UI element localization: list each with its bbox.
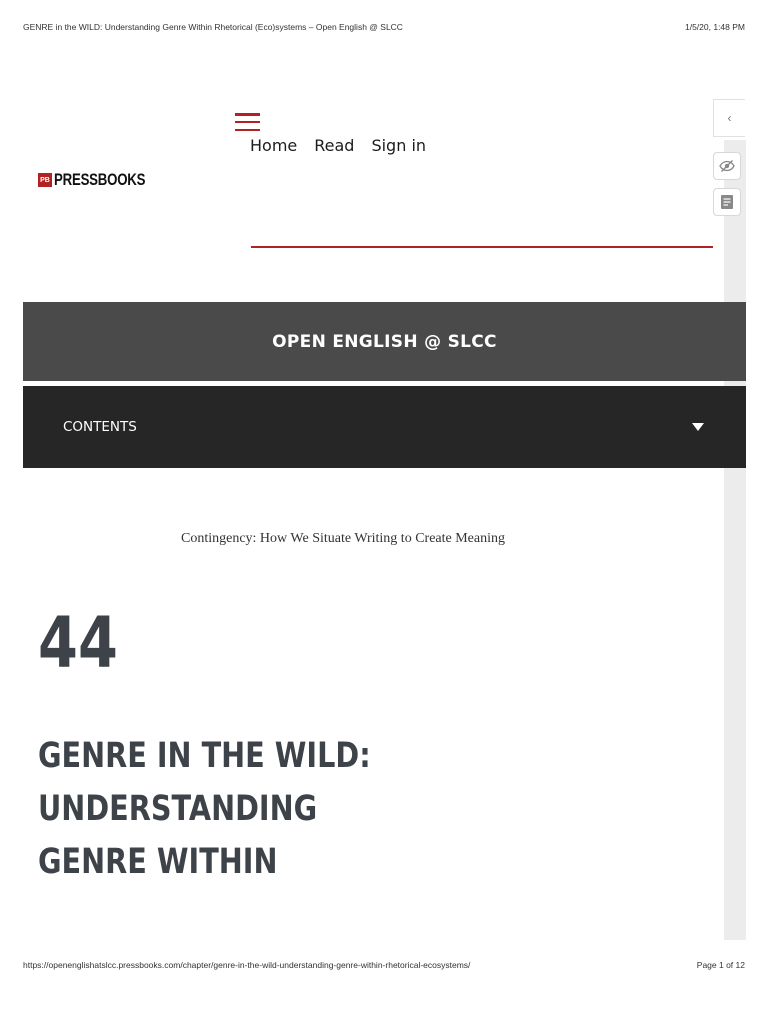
nav-divider	[251, 246, 713, 248]
print-header: GENRE in the WILD: Understanding Genre W…	[23, 22, 745, 32]
part-title: Contingency: How We Situate Writing to C…	[180, 531, 505, 546]
nav-home-link[interactable]: Home	[250, 136, 297, 155]
notes-icon	[721, 195, 733, 209]
contents-label: CONTENTS	[63, 419, 137, 435]
caret-down-icon	[692, 423, 704, 431]
print-footer: https://openenglishatslcc.pressbooks.com…	[23, 960, 745, 970]
nav-read-link[interactable]: Read	[314, 136, 354, 155]
eye-slash-icon	[719, 160, 735, 172]
chapter-title-line: GENRE WITHIN	[38, 842, 278, 882]
print-footer-url: https://openenglishatslcc.pressbooks.com…	[23, 960, 471, 970]
chapter-title-line: GENRE IN THE WILD:	[38, 736, 371, 776]
print-footer-page: Page 1 of 12	[696, 960, 745, 970]
print-header-datetime: 1/5/20, 1:48 PM	[684, 22, 745, 32]
scrollbar-track[interactable]	[724, 140, 746, 940]
chapter-title: GENRE IN THE WILD: UNDERSTANDING GENRE W…	[38, 730, 423, 889]
sidebar-collapse-tab[interactable]: ‹	[713, 99, 745, 137]
notes-button[interactable]	[713, 188, 741, 216]
chevron-left-icon: ‹	[727, 111, 732, 125]
contents-toggle[interactable]: CONTENTS	[23, 386, 746, 468]
hide-annotations-button[interactable]	[713, 152, 741, 180]
top-navigation: Home Read Sign in	[250, 136, 426, 155]
menu-hamburger-icon[interactable]	[235, 113, 260, 131]
logo-text: PRESSBOOKS	[54, 170, 146, 189]
logo-badge: PB	[38, 173, 52, 187]
pressbooks-logo[interactable]: PB PRESSBOOKS	[38, 170, 171, 190]
chapter-number: 44	[38, 602, 118, 684]
chapter-title-line: UNDERSTANDING	[38, 789, 318, 829]
page: GENRE in the WILD: Understanding Genre W…	[0, 0, 768, 1024]
book-title[interactable]: OPEN ENGLISH @ SLCC	[272, 332, 497, 352]
nav-sign-in-link[interactable]: Sign in	[371, 136, 426, 155]
book-title-banner[interactable]: OPEN ENGLISH @ SLCC	[23, 302, 746, 381]
print-header-title: GENRE in the WILD: Understanding Genre W…	[23, 22, 403, 32]
